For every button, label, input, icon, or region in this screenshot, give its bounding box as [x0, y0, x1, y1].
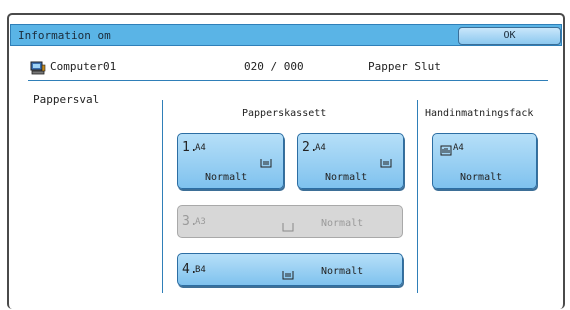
- tray-2-button[interactable]: 2. A4 Normalt: [297, 133, 404, 189]
- dialog-title: Information om: [18, 29, 111, 42]
- computer-name: Computer01: [50, 60, 117, 73]
- manual-feed-type: Normalt: [460, 172, 503, 183]
- tray-3-size: A3: [195, 217, 206, 227]
- computer-icon: [30, 60, 46, 79]
- empty-tray-icon: [282, 217, 294, 236]
- paper-stack-icon: [380, 153, 392, 172]
- tray-4-type: Normalt: [321, 266, 364, 277]
- manual-feed-tray-button[interactable]: A4 Normalt: [432, 133, 537, 189]
- tray-1-size: A4: [195, 143, 206, 153]
- divider-right: [417, 100, 418, 293]
- info-bar: Computer01 020 / 000 Papper Slut: [28, 56, 548, 81]
- paper-stack-icon: [282, 265, 294, 284]
- tray-2-size: A4: [315, 143, 326, 153]
- ok-button[interactable]: OK: [458, 27, 561, 45]
- tray-4-button[interactable]: 4. B4 Normalt: [177, 253, 403, 286]
- tray-3-type: Normalt: [321, 218, 364, 229]
- manual-feed-size: A4: [453, 143, 464, 153]
- tray-3-button: 3. A3 Normalt: [177, 205, 403, 238]
- cassette-column-title: Papperskassett: [242, 108, 327, 119]
- paper-selection-label: Pappersval: [33, 93, 100, 106]
- tray-1-type: Normalt: [205, 172, 248, 183]
- job-counter: 020 / 000: [244, 60, 304, 73]
- divider-left: [162, 100, 163, 293]
- manual-feed-column-title: Handinmatningsfack: [425, 108, 534, 119]
- status-text: Papper Slut: [368, 60, 441, 73]
- manual-feed-icon: [440, 141, 452, 160]
- tray-1-button[interactable]: 1. A4 Normalt: [177, 133, 284, 189]
- tray-2-type: Normalt: [325, 172, 368, 183]
- tray-4-size: B4: [195, 265, 206, 275]
- title-bar: Information om OK: [10, 24, 562, 46]
- paper-stack-icon: [260, 153, 272, 172]
